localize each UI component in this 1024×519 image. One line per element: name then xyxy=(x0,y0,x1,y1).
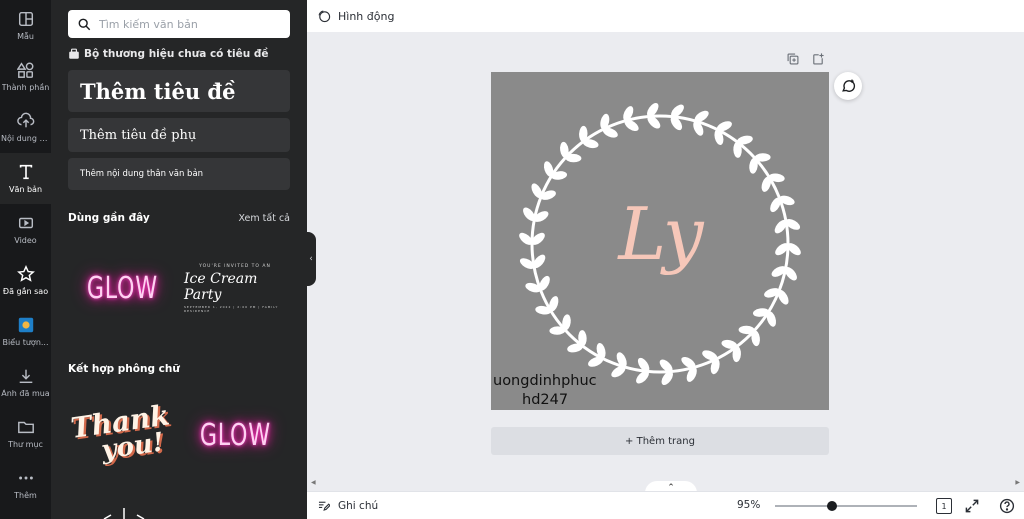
add-heading-button[interactable]: Thêm tiêu đề xyxy=(68,70,290,112)
rail-item-logos[interactable]: Biểu tượn... xyxy=(0,306,51,357)
add-page-button[interactable]: + Thêm trang xyxy=(491,427,829,455)
design-canvas[interactable]: Ly uongdinhphuc hd247 xyxy=(491,72,829,410)
page-tools xyxy=(786,52,825,66)
thank-you-combo[interactable]: Thank you! xyxy=(62,383,181,487)
wreath-leaf xyxy=(764,288,780,298)
logo-icon xyxy=(18,317,33,333)
zoom-slider[interactable] xyxy=(775,501,917,511)
notes-icon xyxy=(318,501,330,511)
comment-icon xyxy=(842,79,856,92)
add-body-text-button[interactable]: Thêm nội dung thân văn bản xyxy=(68,158,290,190)
watermark-line-2[interactable]: hd247 xyxy=(522,392,568,408)
invite-bottom-text: SEPTEMBER 1, 2022 | 2:00 PM | FAMILY RES… xyxy=(184,304,279,313)
notes-label: Ghi chú xyxy=(338,499,379,512)
rail-label: Nội dung t... xyxy=(1,134,50,143)
rail-item-starred[interactable]: Đã gắn sao xyxy=(0,255,51,306)
glow-combo[interactable]: GLOW xyxy=(184,390,286,480)
recent-section-title: Dùng gần đây xyxy=(68,212,150,224)
scroll-right-icon[interactable]: ▶ xyxy=(1015,479,1020,486)
invite-top-text: YOU'RE INVITED TO AN xyxy=(199,263,271,269)
rail-item-uploads[interactable]: Nội dung t... xyxy=(0,102,51,153)
you-text: you! xyxy=(99,427,166,466)
left-rail: Mẫu Thành phần Nội dung t... Văn bản Vid… xyxy=(0,0,51,519)
rail-item-more[interactable]: Thêm xyxy=(0,459,51,510)
glow-text: GLOW xyxy=(86,270,158,306)
folder-icon xyxy=(17,421,34,434)
rail-item-purchased[interactable]: Ảnh đã mua xyxy=(0,357,51,408)
watermark-line-1[interactable]: uongdinhphuc xyxy=(493,373,597,389)
see-all-link[interactable]: Xem tất cả xyxy=(238,213,290,224)
glow-combo-text: GLOW xyxy=(199,417,271,453)
recent-ice-cream-thumbnail[interactable]: YOU'RE INVITED TO AN Ice Cream Party SEP… xyxy=(184,238,286,338)
search-input[interactable] xyxy=(99,17,279,31)
text-icon xyxy=(19,164,32,180)
monogram-text[interactable]: Ly xyxy=(491,192,829,276)
editor-app: Mẫu Thành phần Nội dung t... Văn bản Vid… xyxy=(0,0,1024,519)
elements-icon xyxy=(16,62,33,78)
page-count-button[interactable]: 1 xyxy=(936,498,952,514)
rail-label: Video xyxy=(14,236,37,245)
rail-label: Mẫu xyxy=(17,32,34,41)
search-icon xyxy=(78,18,91,30)
brand-kit-icon xyxy=(69,48,79,59)
animate-label: Hình động xyxy=(338,9,395,23)
rail-item-video[interactable]: Video xyxy=(0,204,51,255)
zoom-level[interactable]: 95% xyxy=(737,499,760,511)
upload-icon xyxy=(16,112,34,128)
duplicate-page-icon[interactable] xyxy=(786,52,800,66)
rail-label: Văn bản xyxy=(8,185,43,194)
animate-icon xyxy=(318,10,331,23)
fullscreen-icon[interactable] xyxy=(964,498,980,514)
template-icon xyxy=(18,11,33,27)
sparkle-decoration-icon xyxy=(103,508,145,519)
collapse-panel-button[interactable]: ‹ xyxy=(306,232,316,286)
bottom-toolbar: Ghi chú 95% 1 xyxy=(307,491,1024,519)
zoom-slider-knob[interactable] xyxy=(826,501,837,511)
rail-label: Thành phần xyxy=(1,83,50,92)
star-icon xyxy=(16,265,35,282)
search-box[interactable] xyxy=(68,10,290,38)
rail-item-text[interactable]: Văn bản xyxy=(0,153,51,204)
notes-button[interactable]: Ghi chú xyxy=(317,499,378,512)
scroll-left-icon[interactable]: ◀ xyxy=(311,479,316,486)
add-comment-button[interactable] xyxy=(834,72,862,100)
font-combos-title: Kết hợp phông chữ xyxy=(68,363,180,375)
rail-item-folders[interactable]: Thư mục xyxy=(0,408,51,459)
help-icon[interactable] xyxy=(999,498,1015,514)
add-subheading-button[interactable]: Thêm tiêu đề phụ xyxy=(68,118,290,152)
invite-main-text: Ice Cream Party xyxy=(184,270,258,303)
text-panel: Bộ thương hiệu chưa có tiêu đề Thêm tiêu… xyxy=(51,0,307,519)
rail-label: Biểu tượn... xyxy=(2,338,49,347)
download-icon xyxy=(19,369,32,384)
rail-item-elements[interactable]: Thành phần xyxy=(0,51,51,102)
rail-label: Đã gắn sao xyxy=(2,287,49,296)
animate-button[interactable]: Hình động xyxy=(317,9,394,23)
recent-glow-thumbnail[interactable]: GLOW xyxy=(68,238,176,338)
rail-label: Thêm xyxy=(14,491,37,500)
rail-label: Thư mục xyxy=(8,440,43,449)
more-icon xyxy=(18,476,33,480)
video-icon xyxy=(18,217,33,229)
rail-label: Ảnh đã mua xyxy=(1,389,50,398)
brand-kit-title[interactable]: Bộ thương hiệu chưa có tiêu đề xyxy=(68,48,269,60)
top-toolbar: Hình động xyxy=(307,0,1024,32)
rail-item-templates[interactable]: Mẫu xyxy=(0,0,51,51)
add-page-icon[interactable] xyxy=(811,52,825,66)
brand-kit-label: Bộ thương hiệu chưa có tiêu đề xyxy=(84,48,269,60)
